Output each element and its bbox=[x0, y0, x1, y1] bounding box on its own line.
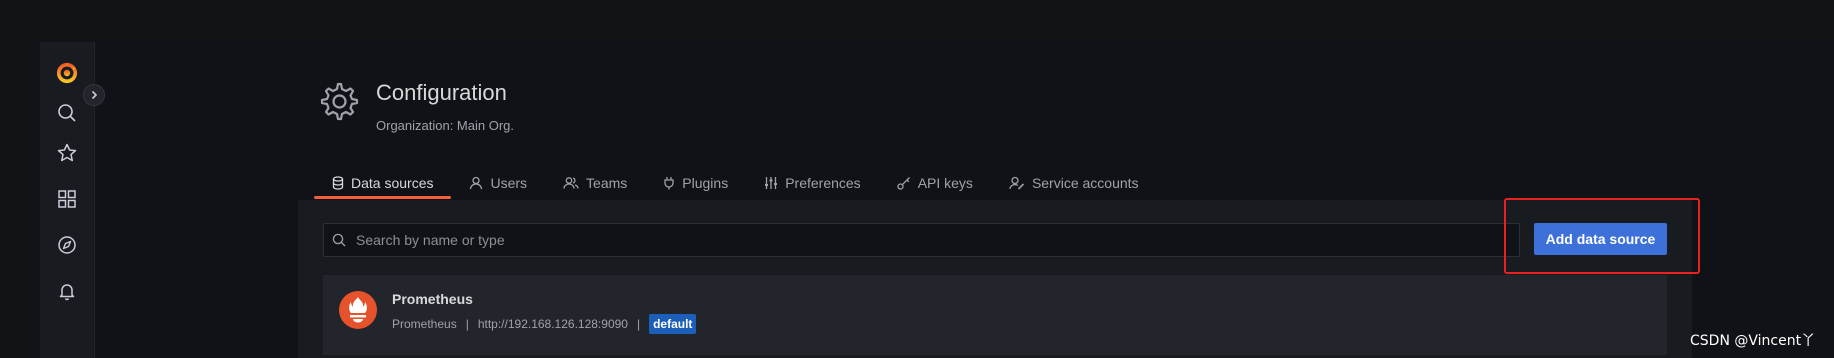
tab-teams-label: Teams bbox=[586, 175, 628, 191]
users-icon bbox=[563, 177, 579, 189]
datasource-name: Prometheus bbox=[392, 291, 473, 307]
separator: | bbox=[465, 317, 469, 331]
page-title: Configuration bbox=[376, 80, 507, 105]
tab-plugins-label: Plugins bbox=[682, 175, 729, 191]
tab-teams[interactable]: Teams bbox=[545, 172, 645, 194]
sidebar-expand-button[interactable] bbox=[83, 84, 105, 106]
datasource-type: Prometheus bbox=[392, 317, 457, 331]
explore-icon[interactable] bbox=[54, 232, 80, 258]
grafana-logo-icon[interactable] bbox=[54, 60, 80, 86]
tab-data-sources[interactable]: Data sources bbox=[314, 172, 452, 199]
prometheus-logo-icon bbox=[338, 290, 378, 330]
watermark-text: CSDN @Vincent丫 bbox=[1690, 333, 1816, 349]
dashboards-icon[interactable] bbox=[54, 186, 80, 212]
separator: | bbox=[636, 317, 641, 331]
add-data-source-button[interactable]: Add data source bbox=[1534, 223, 1667, 255]
datasource-card[interactable]: Prometheus Prometheus | http://192.168.1… bbox=[323, 275, 1667, 355]
datasource-url: http://192.168.126.128:9090 bbox=[477, 317, 628, 331]
chevron-right-icon bbox=[91, 90, 98, 100]
alerting-bell-icon[interactable] bbox=[54, 278, 80, 304]
search-icon[interactable] bbox=[54, 100, 80, 126]
tab-service-accounts[interactable]: Service accounts bbox=[991, 172, 1157, 194]
tab-preferences[interactable]: Preferences bbox=[746, 172, 878, 194]
user-cog-icon bbox=[1009, 176, 1025, 190]
tab-data-sources-label: Data sources bbox=[351, 175, 434, 191]
tab-users[interactable]: Users bbox=[451, 172, 545, 194]
tab-plugins[interactable]: Plugins bbox=[645, 172, 746, 194]
tab-preferences-label: Preferences bbox=[785, 175, 861, 191]
config-tabs: Data sources Users Teams Plugins Prefere… bbox=[314, 172, 1157, 200]
search-box[interactable] bbox=[323, 223, 1520, 257]
user-icon bbox=[470, 176, 483, 190]
top-band bbox=[0, 0, 1834, 42]
sliders-icon bbox=[765, 177, 778, 189]
datasource-meta: Prometheus | http://192.168.126.128:9090… bbox=[392, 314, 697, 334]
cog-icon bbox=[316, 78, 360, 122]
tab-api-keys-label: API keys bbox=[917, 175, 973, 191]
tab-api-keys[interactable]: API keys bbox=[879, 172, 991, 194]
star-icon[interactable] bbox=[54, 140, 80, 166]
search-icon bbox=[332, 231, 350, 249]
plug-icon bbox=[664, 177, 674, 190]
page-subtitle: Organization: Main Org. bbox=[376, 118, 515, 133]
search-input[interactable] bbox=[354, 231, 1508, 249]
tab-users-label: Users bbox=[490, 175, 528, 191]
key-icon bbox=[897, 177, 910, 190]
database-icon bbox=[332, 176, 344, 190]
default-badge: default bbox=[649, 314, 697, 334]
tab-service-accounts-label: Service accounts bbox=[1031, 175, 1139, 191]
